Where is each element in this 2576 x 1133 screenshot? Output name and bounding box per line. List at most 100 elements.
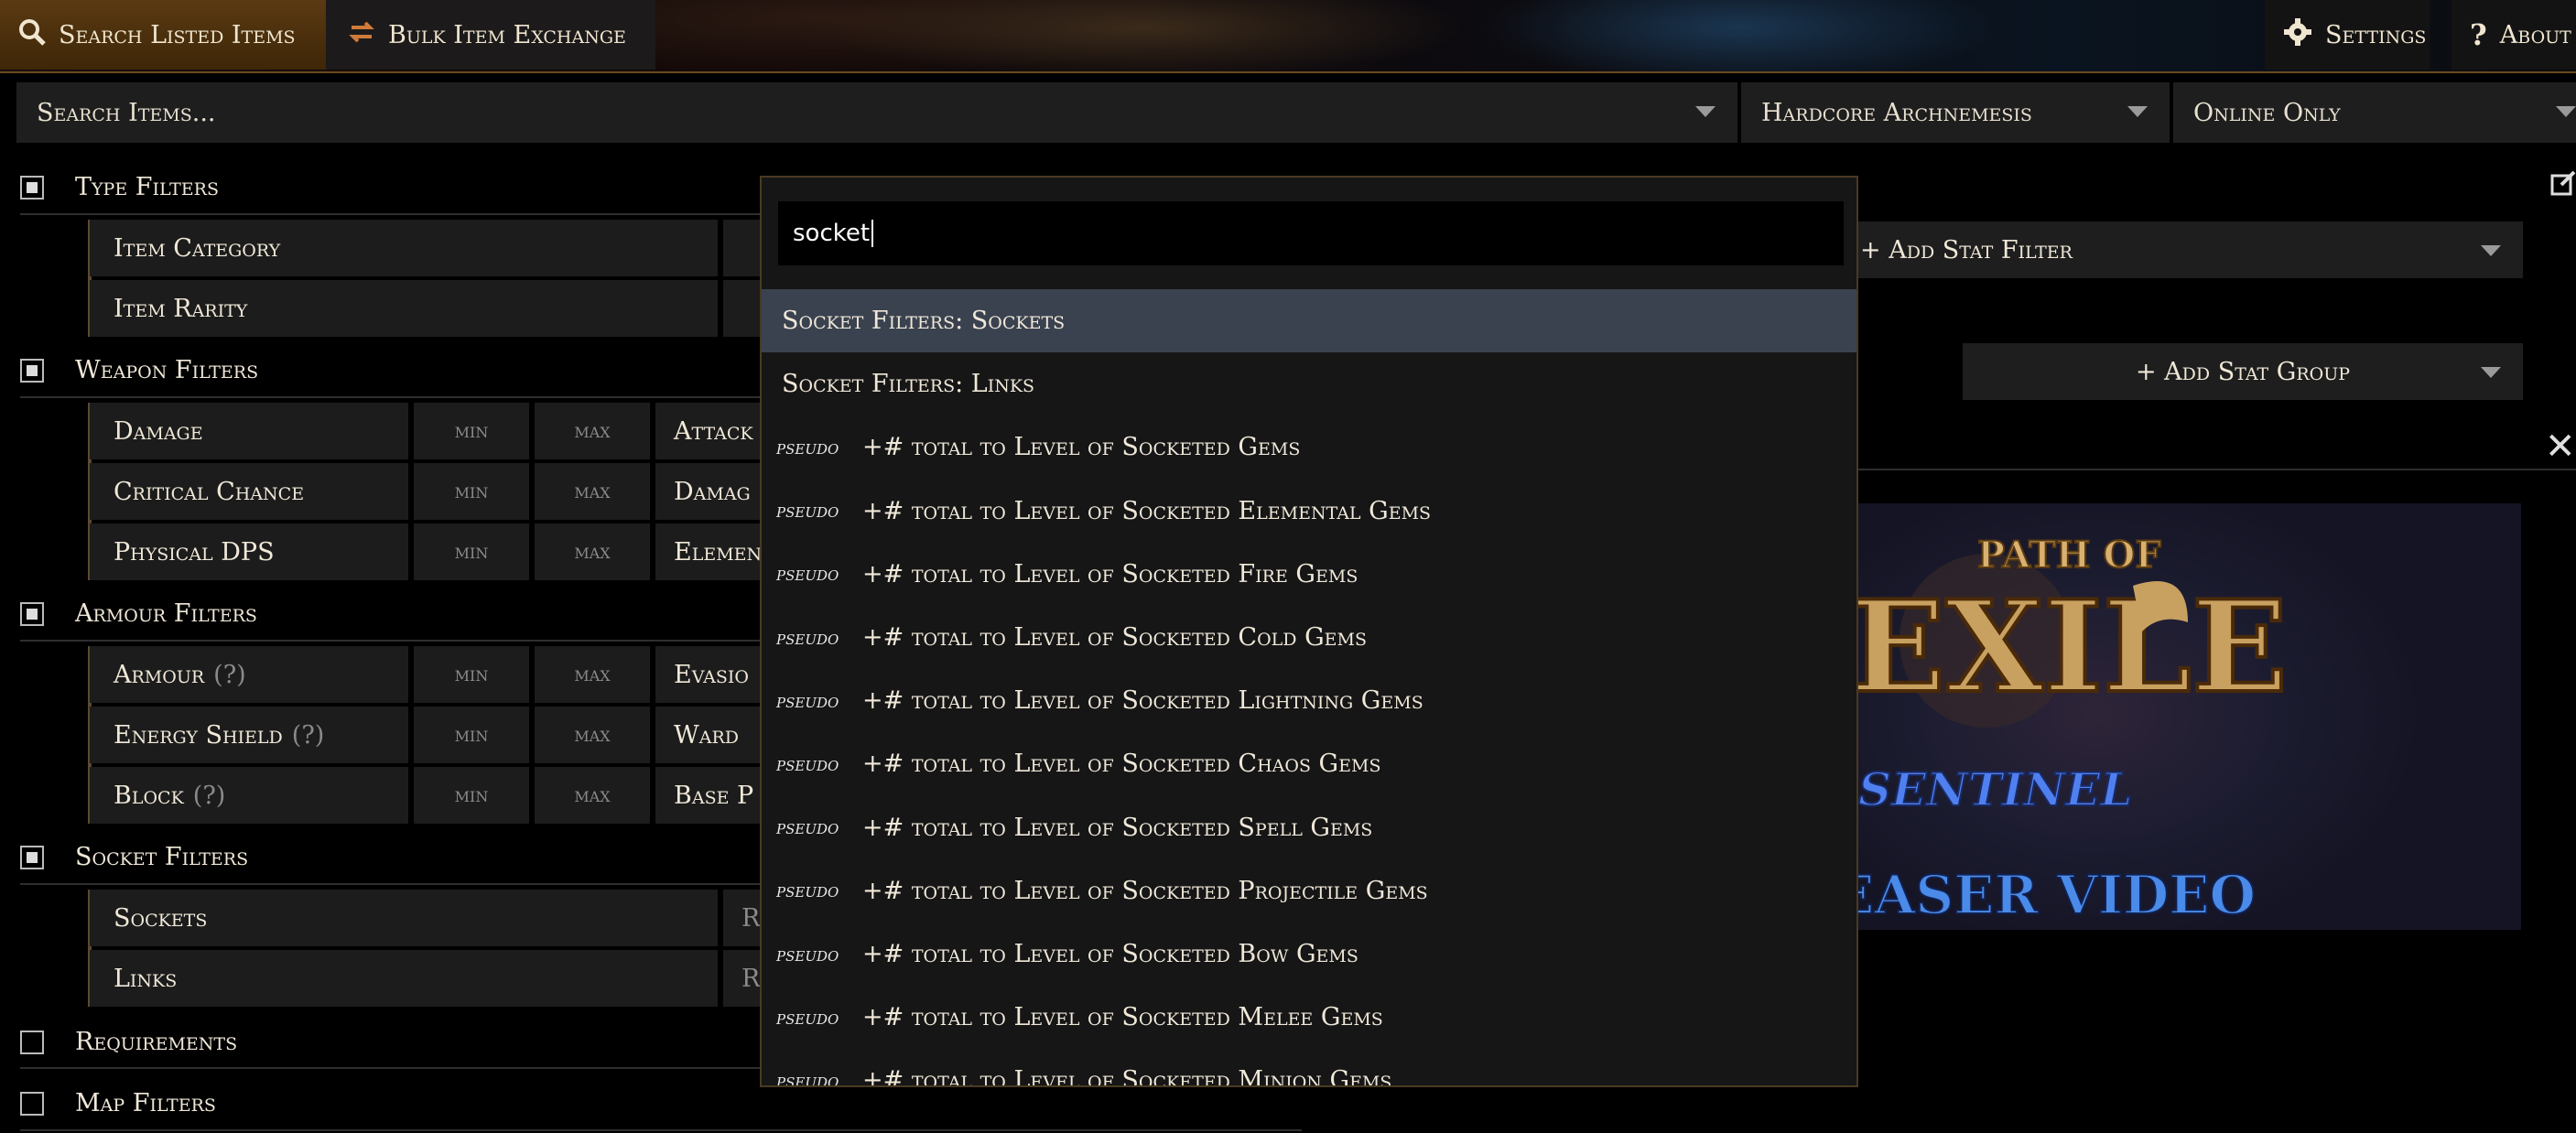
type-filters-header[interactable]: Type Filters xyxy=(20,173,219,201)
damage-min-input[interactable]: min xyxy=(414,403,529,459)
energy-shield-min-input[interactable]: min xyxy=(414,707,529,763)
socket-filters-header[interactable]: Socket Filters xyxy=(20,843,248,871)
type-filters-title: Type Filters xyxy=(75,173,219,201)
weapon-filters-checkbox[interactable] xyxy=(20,358,44,383)
stat-result-text: +# total to Level of Socketed Minion Gem… xyxy=(862,1066,1392,1087)
chevron-down-icon xyxy=(2481,367,2501,378)
pseudo-tag: pseudo xyxy=(776,879,839,902)
stat-result-text: +# total to Level of Socketed Gems xyxy=(862,433,1301,462)
stat-result-text: +# total to Level of Socketed Melee Gems xyxy=(862,1003,1383,1032)
settings-label: Settings xyxy=(2325,20,2427,49)
map-filters-header[interactable]: Map Filters xyxy=(20,1089,216,1117)
banner-line3: SENTINEL xyxy=(1858,762,2133,816)
stat-result-text: +# total to Level of Socketed Chaos Gems xyxy=(862,750,1381,779)
pseudo-tag: pseudo xyxy=(776,563,839,586)
armour-filters-checkbox[interactable] xyxy=(20,601,44,626)
type-filters-checkbox[interactable] xyxy=(20,175,44,200)
stat-search-input[interactable]: socket xyxy=(778,201,1844,265)
requirements-title: Requirements xyxy=(75,1028,238,1056)
stat-result-text: +# total to Level of Socketed Elemental … xyxy=(862,496,1432,525)
energy-shield-max-input[interactable]: max xyxy=(535,707,650,763)
help-icon[interactable]: (?) xyxy=(193,782,226,810)
stat-result-item[interactable]: pseudo +# total to Level of Socketed Mele… xyxy=(762,986,1856,1049)
item-search-placeholder: Search Items... xyxy=(37,98,216,127)
armour-label: Armour (?) xyxy=(90,646,408,703)
stat-result-item[interactable]: pseudo +# total to Level of Socketed Spel… xyxy=(762,796,1856,859)
search-icon xyxy=(18,18,46,52)
tab-bulk-item-exchange[interactable]: Bulk Item Exchange xyxy=(326,0,655,70)
stat-result-item[interactable]: pseudo +# total to Level of Socketed Cold… xyxy=(762,606,1856,669)
damage-max-input[interactable]: max xyxy=(535,403,650,459)
physical-dps-max-input[interactable]: max xyxy=(535,523,650,580)
map-filters-checkbox[interactable] xyxy=(20,1091,44,1116)
stat-result-item[interactable]: Socket Filters: Sockets xyxy=(762,289,1856,352)
tab-search-listed-items[interactable]: Search Listed Items xyxy=(0,0,326,70)
stat-result-text: Socket Filters: Links xyxy=(782,370,1035,399)
banner-line2: EXILE xyxy=(1858,572,2288,721)
stat-result-item[interactable]: pseudo +# total to Level of Socketed Ligh… xyxy=(762,669,1856,732)
critical-chance-max-input[interactable]: max xyxy=(535,463,650,520)
help-icon[interactable]: (?) xyxy=(292,721,325,750)
filter-row-item-category: Item Category xyxy=(90,220,778,276)
physical-dps-label: Physical DPS xyxy=(90,523,408,580)
stat-result-text: +# total to Level of Socketed Projectile… xyxy=(862,876,1428,905)
filter-row-armour: Armour (?) min max Evasio xyxy=(90,646,778,703)
settings-button[interactable]: Settings xyxy=(2265,0,2430,70)
league-select[interactable]: Hardcore Archnemesis xyxy=(1741,82,2170,143)
stat-result-item[interactable]: pseudo +# total to Level of Socketed Mini… xyxy=(762,1049,1856,1087)
sockets-label: Sockets xyxy=(90,890,718,946)
physical-dps-min-input[interactable]: min xyxy=(414,523,529,580)
socket-filters-title: Socket Filters xyxy=(75,843,249,871)
pseudo-tag: pseudo xyxy=(776,626,839,649)
filter-row-critical-chance: Critical Chance min max Damag xyxy=(90,463,778,520)
teaser-video-banner[interactable]: PATH OF EXILE SENTINEL TEASER VIDEO xyxy=(1858,503,2521,930)
filter-row-block: Block (?) min max Base P xyxy=(90,767,778,824)
pseudo-tag: pseudo xyxy=(776,1069,839,1087)
close-icon[interactable]: ✕ xyxy=(2545,426,2576,468)
stat-result-text: +# total to Level of Socketed Bow Gems xyxy=(862,940,1358,968)
item-category-label: Item Category xyxy=(90,220,718,276)
about-button[interactable]: ? About xyxy=(2452,0,2576,70)
add-stat-filter-label: + Add Stat Filter xyxy=(1860,235,2073,264)
filter-row-energy-shield: Energy Shield (?) min max Ward xyxy=(90,707,778,763)
chevron-down-icon xyxy=(2556,106,2576,117)
help-icon[interactable]: (?) xyxy=(213,661,246,689)
socket-filters-checkbox[interactable] xyxy=(20,845,44,869)
divider xyxy=(1858,469,2576,470)
banner-line1: PATH OF xyxy=(1977,534,2161,577)
stat-result-item[interactable]: pseudo +# total to Level of Socketed Proj… xyxy=(762,859,1856,923)
stat-result-item[interactable]: pseudo +# total to Level of Socketed Elem… xyxy=(762,480,1856,543)
stat-result-item[interactable]: pseudo +# total to Level of Socketed Fire… xyxy=(762,543,1856,606)
filter-row-damage: Damage min max Attack xyxy=(90,403,778,459)
map-filters-title: Map Filters xyxy=(75,1089,216,1117)
stat-result-text: +# total to Level of Socketed Cold Gems xyxy=(862,623,1368,652)
requirements-checkbox[interactable] xyxy=(20,1030,44,1054)
pseudo-tag: pseudo xyxy=(776,500,839,523)
links-label: Links xyxy=(90,950,718,1007)
filter-row-links: Links R xyxy=(90,950,778,1007)
weapon-filters-header[interactable]: Weapon Filters xyxy=(20,356,258,384)
armour-filters-header[interactable]: Armour Filters xyxy=(20,599,257,628)
status-value: Online Only xyxy=(2193,98,2341,127)
status-select[interactable]: Online Only xyxy=(2173,82,2576,143)
armour-max-input[interactable]: max xyxy=(535,646,650,703)
chevron-down-icon xyxy=(2127,106,2148,117)
stat-result-item[interactable]: pseudo +# total to Level of Socketed Chao… xyxy=(762,732,1856,795)
stat-result-item[interactable]: Socket Filters: Links xyxy=(762,352,1856,415)
block-min-input[interactable]: min xyxy=(414,767,529,824)
add-stat-group-select[interactable]: + Add Stat Group xyxy=(1963,343,2523,400)
block-max-input[interactable]: max xyxy=(535,767,650,824)
requirements-header[interactable]: Requirements xyxy=(20,1028,237,1056)
pseudo-tag: pseudo xyxy=(776,752,839,775)
add-stat-filter-select[interactable]: + Add Stat Filter xyxy=(1842,221,2523,278)
edit-icon[interactable] xyxy=(2550,170,2576,200)
stat-result-item[interactable]: pseudo +# total to Level of Socketed Bow … xyxy=(762,923,1856,986)
stat-result-item[interactable]: pseudo +# total to Level of Socketed Gems xyxy=(762,415,1856,479)
critical-chance-min-input[interactable]: min xyxy=(414,463,529,520)
item-search-input[interactable]: Search Items... xyxy=(16,82,1737,143)
pseudo-tag: pseudo xyxy=(776,436,839,459)
pseudo-tag: pseudo xyxy=(776,689,839,712)
add-stat-group-label: + Add Stat Group xyxy=(2135,357,2351,386)
weapon-filters-title: Weapon Filters xyxy=(75,356,259,384)
armour-min-input[interactable]: min xyxy=(414,646,529,703)
